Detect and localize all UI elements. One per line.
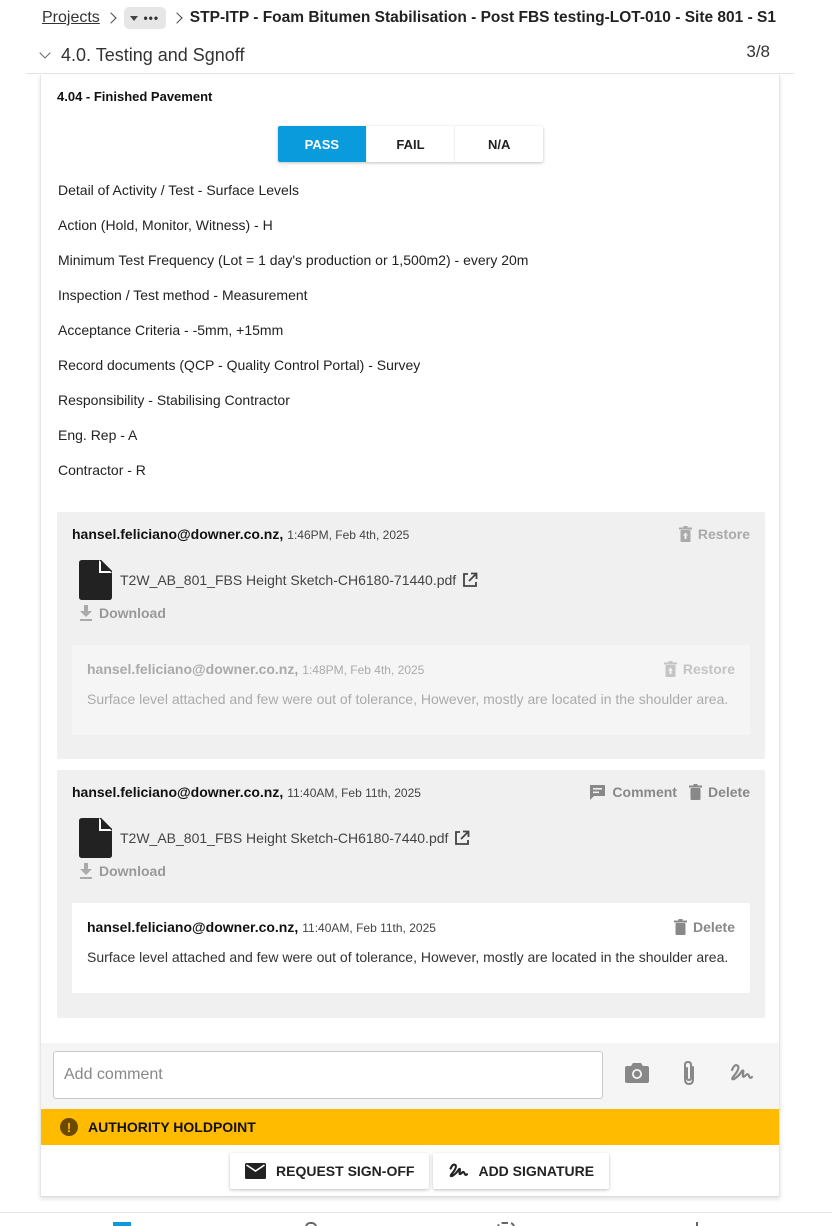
entry-header: hansel.feliciano@downer.co.nz, 11:40AM, … [72,784,421,804]
comment-text: Surface level attached and few were out … [87,949,729,965]
tab-search-icon[interactable] [305,1222,317,1226]
comment-text: Surface level attached and few were out … [87,691,729,707]
checklist-item-card: 4.04 - Finished Pavement PASS FAIL N/A D… [40,75,780,1197]
timestamp: 11:40AM, Feb 11th, 2025 [302,921,436,935]
file-row[interactable]: T2W_AB_801_FBS Height Sketch-CH6180-7144… [79,560,478,600]
external-link-icon[interactable] [454,830,470,846]
paperclip-icon[interactable] [681,1060,697,1086]
section-progress-count: 3/8 [746,42,770,61]
request-signoff-button[interactable]: REQUEST SIGN-OFF [230,1153,430,1189]
download-icon [80,605,92,621]
comment-icon [590,785,606,800]
restore-icon [663,661,677,677]
status-na-button[interactable]: N/A [455,126,543,162]
delete-label: Delete [707,784,750,800]
add-signature-label: ADD SIGNATURE [478,1163,595,1179]
chevron-right-icon [105,12,117,24]
attachment-entry: hansel.feliciano@downer.co.nz, 11:40AM, … [57,770,765,1018]
warning-icon: ! [60,1118,78,1136]
tab-more-icon[interactable] [696,1222,698,1226]
caret-down-icon [130,15,139,21]
file-name[interactable]: T2W_AB_801_FBS Height Sketch-CH6180-7144… [120,572,456,588]
signature-icon [450,1163,469,1178]
restore-button[interactable]: Restore [678,526,750,542]
author-email: hansel.feliciano@downer.co.nz, [87,661,299,677]
restore-icon [678,526,692,542]
reply-comment: hansel.feliciano@downer.co.nz, 1:48PM, F… [72,645,750,735]
restore-label: Restore [682,661,735,677]
status-fail-button[interactable]: FAIL [367,126,456,162]
detail-line: Inspection / Test method - Measurement [58,287,308,303]
file-icon [79,560,112,600]
authority-holdpoint-banner: ! AUTHORITY HOLDPOINT [41,1109,779,1145]
download-icon [80,863,92,879]
detail-line: Contractor - R [58,462,146,478]
reply-header: hansel.feliciano@downer.co.nz, 1:48PM, F… [87,661,424,681]
detail-line: Acceptance Criteria - -5mm, +15mm [58,322,284,338]
status-pass-button[interactable]: PASS [278,126,367,162]
signoff-actions: REQUEST SIGN-OFF ADD SIGNATURE [230,1153,610,1189]
entry-header: hansel.feliciano@downer.co.nz, 1:46PM, F… [72,526,409,546]
restore-label: Restore [697,526,750,542]
attachment-entry: hansel.feliciano@downer.co.nz, 1:46PM, F… [57,512,765,759]
file-row[interactable]: T2W_AB_801_FBS Height Sketch-CH6180-7440… [79,818,470,858]
breadcrumb-projects-link[interactable]: Projects [42,9,100,27]
add-signature-button[interactable]: ADD SIGNATURE [433,1153,610,1189]
status-toggle-group: PASS FAIL N/A [278,126,543,162]
chevron-right-icon [171,12,183,24]
file-name[interactable]: T2W_AB_801_FBS Height Sketch-CH6180-7440… [120,830,448,846]
mail-icon [245,1163,266,1179]
timestamp: 1:46PM, Feb 4th, 2025 [287,528,410,542]
breadcrumb-current: STP-ITP - Foam Bitumen Stabilisation - P… [189,9,777,26]
author-email: hansel.feliciano@downer.co.nz, [72,784,284,800]
detail-line: Detail of Activity / Test - Surface Leve… [58,182,299,198]
trash-icon [673,919,687,935]
section-header[interactable]: 4.0. Testing and Sgnoff 3/8 [26,38,794,74]
tab-history-icon[interactable] [497,1222,515,1226]
download-button[interactable]: Download [79,605,166,621]
file-icon [79,818,112,858]
delete-button[interactable]: Delete [673,919,735,935]
breadcrumb: Projects ••• STP-ITP - Foam Bitumen Stab… [42,6,776,30]
download-label: Download [99,863,166,879]
detail-line: Record documents (QCP - Quality Control … [58,357,421,373]
signature-icon[interactable] [729,1062,753,1084]
reply-header: hansel.feliciano@downer.co.nz, 11:40AM, … [87,919,436,939]
external-link-icon[interactable] [462,572,478,588]
section-title: 4.0. Testing and Sgnoff [61,45,245,65]
more-dots-icon: ••• [143,11,160,25]
breadcrumb-more-button[interactable]: ••• [123,7,166,29]
timestamp: 1:48PM, Feb 4th, 2025 [302,663,425,677]
request-signoff-label: REQUEST SIGN-OFF [276,1163,415,1179]
bottom-tab-bar [0,1212,832,1226]
chevron-down-icon[interactable] [39,46,51,59]
detail-line: Responsibility - Stabilising Contractor [58,392,290,408]
trash-icon [688,784,702,800]
comment-input[interactable] [53,1051,603,1099]
detail-line: Action (Hold, Monitor, Witness) - H [58,217,273,233]
timestamp: 11:40AM, Feb 11th, 2025 [287,786,421,800]
download-label: Download [99,605,166,621]
reply-comment: hansel.feliciano@downer.co.nz, 11:40AM, … [72,903,750,993]
restore-button[interactable]: Restore [663,661,735,677]
author-email: hansel.feliciano@downer.co.nz, [87,919,299,935]
delete-button[interactable]: Delete [688,784,750,800]
author-email: hansel.feliciano@downer.co.nz, [72,526,284,542]
download-button[interactable]: Download [79,863,166,879]
delete-label: Delete [692,919,735,935]
comment-button[interactable]: Comment [589,784,677,800]
item-title: 4.04 - Finished Pavement [57,89,213,104]
holdpoint-label: AUTHORITY HOLDPOINT [88,1119,256,1135]
camera-icon[interactable] [625,1062,649,1084]
comment-label: Comment [612,784,677,800]
tab-list-icon[interactable] [113,1222,131,1226]
detail-line: Minimum Test Frequency (Lot = 1 day's pr… [58,252,529,268]
comment-bar [41,1043,779,1109]
detail-line: Eng. Rep - A [58,427,138,443]
item-detail-list: Detail of Activity / Test - Surface Leve… [58,180,528,495]
